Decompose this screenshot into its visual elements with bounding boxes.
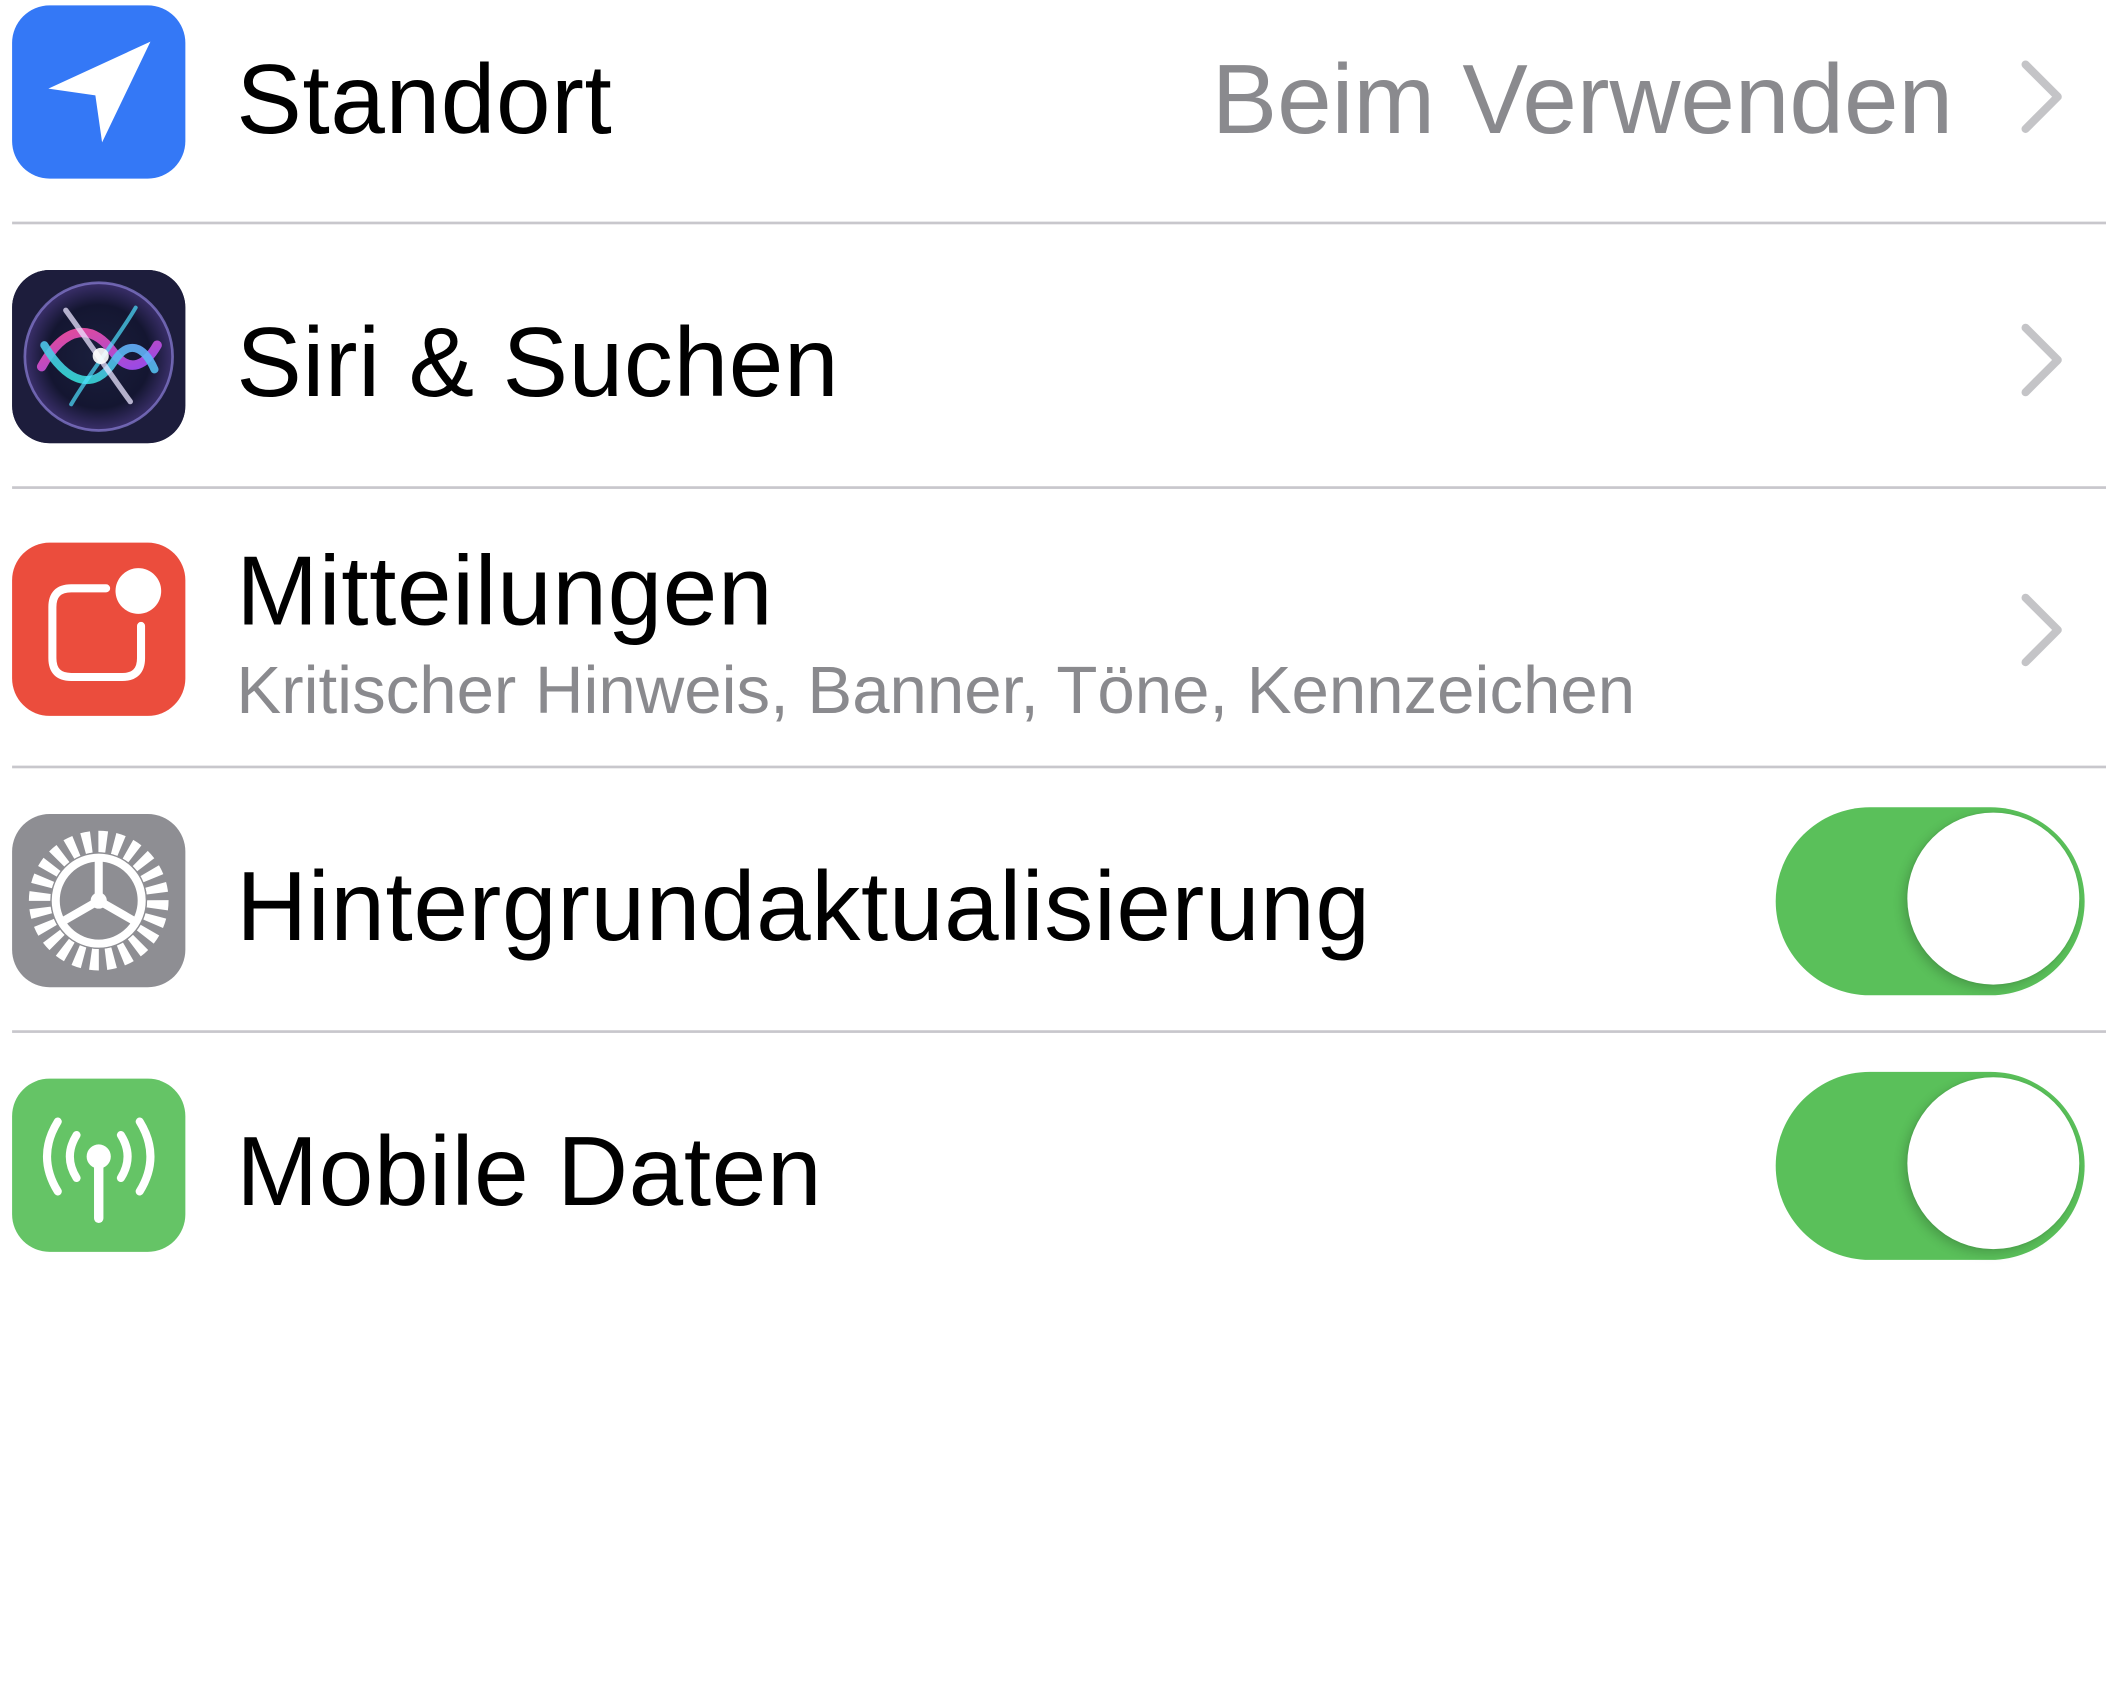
settings-row-notifications[interactable]: Mitteilungen Kritischer Hinweis, Banner,… — [0, 489, 2106, 767]
gear-icon — [12, 813, 186, 988]
toggle-knob — [1907, 1077, 2080, 1250]
notification-icon — [12, 542, 186, 716]
chevron-right-icon — [2021, 593, 2062, 667]
location-arrow-icon — [12, 5, 186, 179]
row-subtitle-notifications: Kritischer Hinweis, Banner, Töne, Kennze… — [236, 652, 1636, 729]
row-label-notifications: Mitteilungen — [236, 537, 774, 647]
siri-icon — [12, 269, 186, 444]
row-label-background-refresh: Hintergrundaktualisierung — [236, 852, 1371, 962]
antenna-icon — [12, 1078, 186, 1252]
settings-row-mobile-data: Mobile Daten — [0, 1033, 2106, 1275]
row-label-location: Standort — [236, 45, 613, 155]
row-label-mobile-data: Mobile Daten — [236, 1117, 823, 1227]
chevron-right-icon — [2021, 323, 2062, 397]
background-refresh-toggle[interactable] — [1775, 807, 2085, 996]
settings-row-siri[interactable]: Siri & Suchen — [0, 224, 2106, 486]
settings-row-background-refresh: Hintergrundaktualisierung — [0, 768, 2106, 1030]
row-value-location: Beim Verwenden — [1211, 45, 1954, 155]
app-settings-list: Standort Beim Verwenden Siri & Suchen Mi… — [0, 0, 2106, 1688]
row-label-siri: Siri & Suchen — [236, 308, 840, 418]
settings-row-location[interactable]: Standort Beim Verwenden — [0, 0, 2106, 223]
mobile-data-toggle[interactable] — [1775, 1071, 2085, 1260]
toggle-knob — [1907, 812, 2080, 985]
chevron-right-icon — [2021, 60, 2062, 133]
